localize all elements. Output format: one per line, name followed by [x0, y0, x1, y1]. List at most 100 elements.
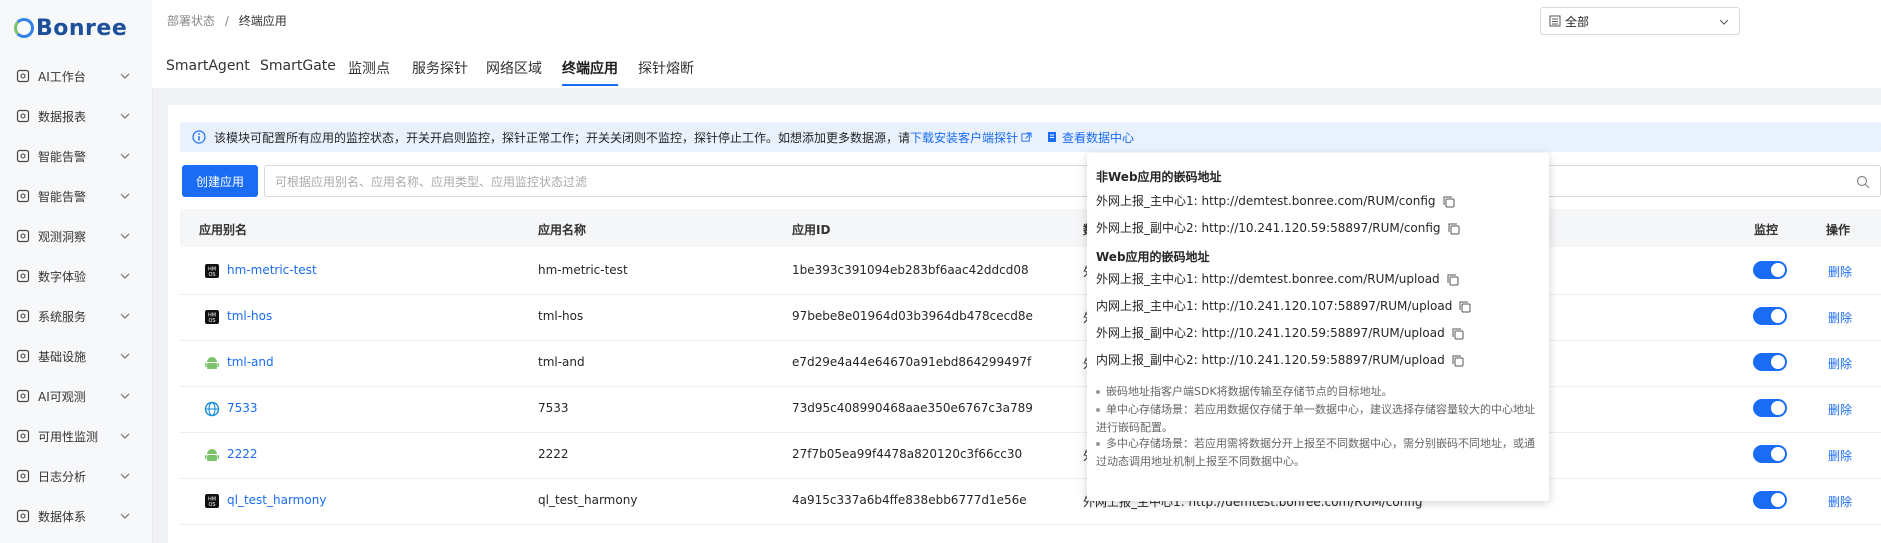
tab-smartgate[interactable]: SmartGate	[260, 58, 336, 74]
sidebar-item-2[interactable]: 智能告警	[0, 136, 152, 176]
delete-button[interactable]: 删除	[1828, 493, 1852, 510]
tab-service-probe[interactable]: 服务探针	[412, 58, 468, 78]
monitor-toggle[interactable]	[1753, 353, 1787, 371]
chevron-down-icon[interactable]	[120, 470, 130, 480]
monitor-toggle[interactable]	[1753, 445, 1787, 463]
monitor-toggle[interactable]	[1753, 307, 1787, 325]
svg-text:OS: OS	[208, 502, 215, 508]
sidebar-item-6[interactable]: 系统服务	[0, 296, 152, 336]
chevron-down-icon[interactable]	[120, 150, 130, 160]
breadcrumb-parent[interactable]: 部署状态	[167, 14, 215, 28]
header-id: 应用ID	[792, 223, 831, 237]
create-app-button[interactable]: 创建应用	[182, 165, 258, 197]
delete-button[interactable]: 删除	[1828, 309, 1852, 326]
app-alias-link[interactable]: ql_test_harmony	[227, 493, 326, 507]
chevron-down-icon	[1719, 19, 1729, 25]
chevron-down-icon[interactable]	[120, 110, 130, 120]
web-address-line: 外网上报_主中心1: http://demtest.bonree.com/RUM…	[1096, 270, 1460, 287]
sidebar-item-label: 基础设施	[38, 349, 87, 364]
sidebar-item-3[interactable]: 智能告警	[0, 176, 152, 216]
app-alias-link[interactable]: 7533	[227, 401, 258, 415]
table-row: 2222 2222 27f7b05ea99f4478a820120c3f66cc30…	[180, 432, 1881, 479]
popover-note: 嵌码地址指客户端SDK将数据传输至存储节点的目标地址。	[1096, 383, 1536, 401]
harmony-icon: HM OS	[204, 493, 220, 509]
user-experience-icon	[16, 269, 30, 283]
sidebar-item-7[interactable]: 基础设施	[0, 336, 152, 376]
monitor-toggle[interactable]	[1753, 491, 1787, 509]
chevron-down-icon[interactable]	[120, 230, 130, 240]
app-alias-link[interactable]: hm-metric-test	[227, 263, 317, 277]
search-icon[interactable]	[1856, 175, 1870, 189]
table-row: HM OS tml-hos tml-hos 97bebe8e01964d03b3964d…	[180, 294, 1881, 341]
tab-monitor-point[interactable]: 监测点	[348, 58, 390, 78]
monitor-toggle[interactable]	[1753, 261, 1787, 279]
sidebar-item-0[interactable]: AI工作台	[0, 56, 152, 96]
copy-icon[interactable]	[1451, 327, 1465, 341]
sidebar-item-9[interactable]: 可用性监测	[0, 416, 152, 456]
sidebar-item-1[interactable]: 数据报表	[0, 96, 152, 136]
document-icon	[1048, 132, 1057, 142]
search-input[interactable]: 可根据应用别名、应用名称、应用类型、应用监控状态过滤	[264, 165, 1881, 197]
chevron-down-icon[interactable]	[120, 310, 130, 320]
chart-icon	[16, 109, 30, 123]
popover-note: 多中心存储场景：若应用需将数据分开上报至不同数据中心，需分别嵌码不同地址，或通过…	[1096, 435, 1536, 471]
list-icon	[1549, 15, 1561, 27]
app-id: 73d95c408990468aae350e6767c3a789	[792, 401, 1033, 415]
popover-note: 单中心存储场景：若应用数据仅存储于单一数据中心，建议选择存储容量较大的中心地址进…	[1096, 401, 1536, 437]
chevron-down-icon[interactable]	[120, 70, 130, 80]
sidebar-item-label: 数据报表	[38, 109, 87, 124]
delete-button[interactable]: 删除	[1828, 447, 1852, 464]
scope-select[interactable]: 全部	[1540, 7, 1740, 35]
non-web-address-line: 外网上报_主中心1: http://demtest.bonree.com/RUM…	[1096, 192, 1456, 209]
sidebar-item-label: 可用性监测	[38, 429, 99, 444]
tab-terminal-app[interactable]: 终端应用	[562, 58, 618, 86]
sidebar-item-4[interactable]: 观测洞察	[0, 216, 152, 256]
delete-button[interactable]: 删除	[1828, 263, 1852, 280]
delete-button[interactable]: 删除	[1828, 401, 1852, 418]
bullet-icon	[1096, 390, 1100, 394]
chevron-down-icon[interactable]	[120, 350, 130, 360]
breadcrumb-separator: /	[224, 14, 229, 28]
chevron-down-icon[interactable]	[120, 190, 130, 200]
sidebar-item-10[interactable]: 日志分析	[0, 456, 152, 496]
sidebar-item-5[interactable]: 数字体验	[0, 256, 152, 296]
web-address-line: 内网上报_副中心2: http://10.241.120.59:58897/RU…	[1096, 351, 1465, 368]
copy-icon[interactable]	[1451, 354, 1465, 368]
view-data-center-link[interactable]: 查看数据中心	[1062, 129, 1134, 146]
sidebar-item-label: 数字体验	[38, 269, 87, 284]
monitor-toggle[interactable]	[1753, 399, 1787, 417]
info-icon	[192, 130, 206, 144]
tab-smartagent[interactable]: SmartAgent	[166, 58, 250, 74]
bullet-icon	[1096, 442, 1100, 446]
copy-icon[interactable]	[1442, 195, 1456, 209]
download-probe-link[interactable]: 下载安装客户端探针	[910, 129, 1018, 146]
address-text: 外网上报_主中心1: http://demtest.bonree.com/RUM…	[1096, 194, 1436, 208]
app-name: tml-and	[538, 355, 585, 369]
app-id: 27f7b05ea99f4478a820120c3f66cc30	[792, 447, 1023, 461]
app-alias-link[interactable]: tml-and	[227, 355, 274, 369]
sidebar-item-label: 智能告警	[38, 189, 87, 204]
copy-icon[interactable]	[1447, 222, 1461, 236]
app-alias-link[interactable]: tml-hos	[227, 309, 272, 323]
sidebar-item-8[interactable]: AI可观测	[0, 376, 152, 416]
sidebar-item-label: AI工作台	[38, 69, 86, 84]
sidebar-item-11[interactable]: 数据体系	[0, 496, 152, 536]
web-address-line: 内网上报_主中心1: http://10.241.120.107:58897/R…	[1096, 297, 1472, 314]
tab-probe-circuit-breaker[interactable]: 探针熔断	[638, 58, 694, 78]
non-web-address-line: 外网上报_副中心2: http://10.241.120.59:58897/RU…	[1096, 219, 1461, 236]
table-row: HM OS ql_test_harmony ql_test_harmony 4a915c…	[180, 478, 1881, 525]
chevron-down-icon[interactable]	[120, 390, 130, 400]
chevron-down-icon[interactable]	[120, 430, 130, 440]
table-row: HM OS hm-metric-test hm-metric-test 1be393c3…	[180, 248, 1881, 295]
app-alias-link[interactable]: 2222	[227, 447, 258, 461]
copy-icon[interactable]	[1446, 273, 1460, 287]
scope-select-value: 全部	[1565, 14, 1590, 29]
logo[interactable]: Bonree	[0, 0, 152, 56]
logo-text: Bonree	[36, 15, 128, 41]
chevron-down-icon[interactable]	[120, 270, 130, 280]
copy-icon[interactable]	[1458, 300, 1472, 314]
delete-button[interactable]: 删除	[1828, 355, 1852, 372]
chevron-down-icon[interactable]	[120, 510, 130, 520]
tab-network-zone[interactable]: 网络区域	[486, 58, 542, 78]
ai-observe-icon	[16, 389, 30, 403]
